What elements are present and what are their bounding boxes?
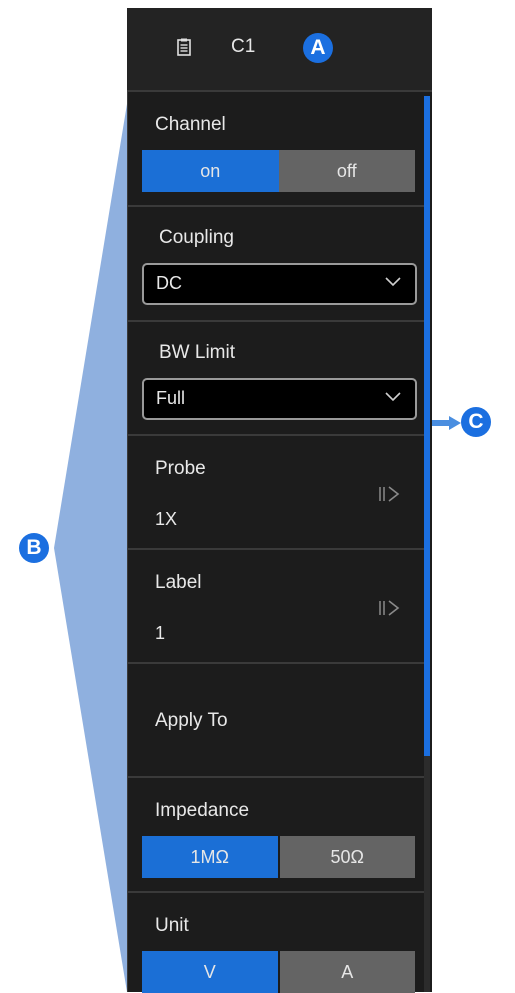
clipboard-icon [177,38,191,56]
bw-limit-dropdown[interactable]: Full [142,378,417,420]
channel-off-button[interactable]: off [278,150,415,192]
label-label: Label [155,572,202,593]
impedance-1mohm-button[interactable]: 1MΩ [142,836,278,878]
callout-a-badge: A [303,33,333,63]
panel-header: C1 A [127,8,432,92]
unit-toggle: V A [142,951,415,993]
impedance-label: Impedance [155,800,250,821]
callout-c-badge: C [461,407,491,437]
label-value: 1 [155,623,166,643]
scrollbar-thumb[interactable] [424,96,430,756]
channel-section: Channel on off [128,92,428,207]
probe-section[interactable]: Probe 1X [128,436,428,550]
channel-title: C1 [231,36,256,57]
submenu-enter-icon [379,486,400,502]
probe-label: Probe [155,458,206,479]
coupling-section: Coupling DC [128,207,428,322]
chevron-down-icon [385,277,401,287]
unit-label: Unit [155,915,189,936]
impedance-50ohm-button[interactable]: 50Ω [277,836,415,878]
apply-to-label: Apply To [155,710,228,731]
channel-on-button[interactable]: on [142,150,279,192]
channel-toggle: on off [142,150,415,192]
bw-limit-label: BW Limit [159,342,235,363]
impedance-toggle: 1MΩ 50Ω [142,836,415,878]
coupling-dropdown[interactable]: DC [142,263,417,305]
unit-v-button[interactable]: V [142,951,278,993]
unit-section: Unit V A [128,893,428,993]
bw-limit-section: BW Limit Full [128,322,428,436]
callout-c-arrow-icon [431,416,461,430]
chevron-down-icon [385,392,401,402]
channel-menu-panel: C1 A Channel on off Coupling DC BW Limit [127,8,432,993]
coupling-value: DC [156,273,182,293]
unit-a-button[interactable]: A [277,951,415,993]
menu-body: Channel on off Coupling DC BW Limit Full [127,92,428,993]
apply-to-section[interactable]: Apply To [128,664,428,778]
coupling-label: Coupling [159,227,234,248]
callout-b-badge: B [19,533,49,563]
bw-limit-value: Full [156,388,186,408]
submenu-enter-icon [379,600,400,616]
channel-label: Channel [155,114,226,135]
label-section[interactable]: Label 1 [128,550,428,664]
probe-value: 1X [155,509,178,529]
impedance-section: Impedance 1MΩ 50Ω [128,778,428,893]
